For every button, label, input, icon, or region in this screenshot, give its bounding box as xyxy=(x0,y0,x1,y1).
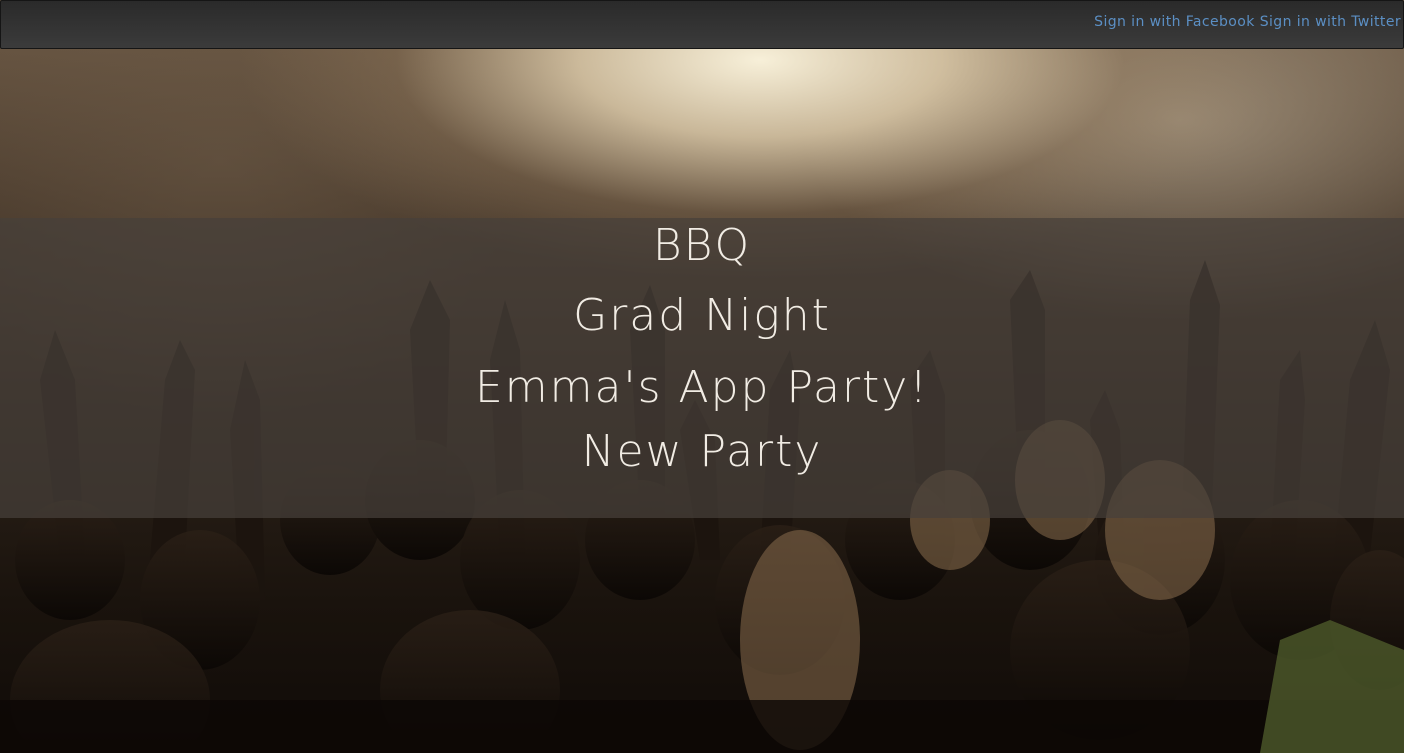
party-item-emmas-app-party[interactable]: Emma's App Party! xyxy=(0,366,1404,410)
page-root: Sign in with Facebook Sign in with Twitt… xyxy=(0,0,1404,753)
party-item-grad-night[interactable]: Grad Night xyxy=(0,294,1404,338)
party-item-bbq[interactable]: BBQ xyxy=(0,224,1404,268)
sign-in-facebook-link[interactable]: Sign in with Facebook xyxy=(1094,14,1255,30)
top-navbar: Sign in with Facebook Sign in with Twitt… xyxy=(0,0,1404,49)
sign-in-twitter-link[interactable]: Sign in with Twitter xyxy=(1260,14,1401,30)
party-list: BBQ Grad Night Emma's App Party! New Par… xyxy=(0,218,1404,518)
party-item-new-party[interactable]: New Party xyxy=(0,430,1404,474)
signin-links: Sign in with Facebook Sign in with Twitt… xyxy=(1094,14,1401,30)
